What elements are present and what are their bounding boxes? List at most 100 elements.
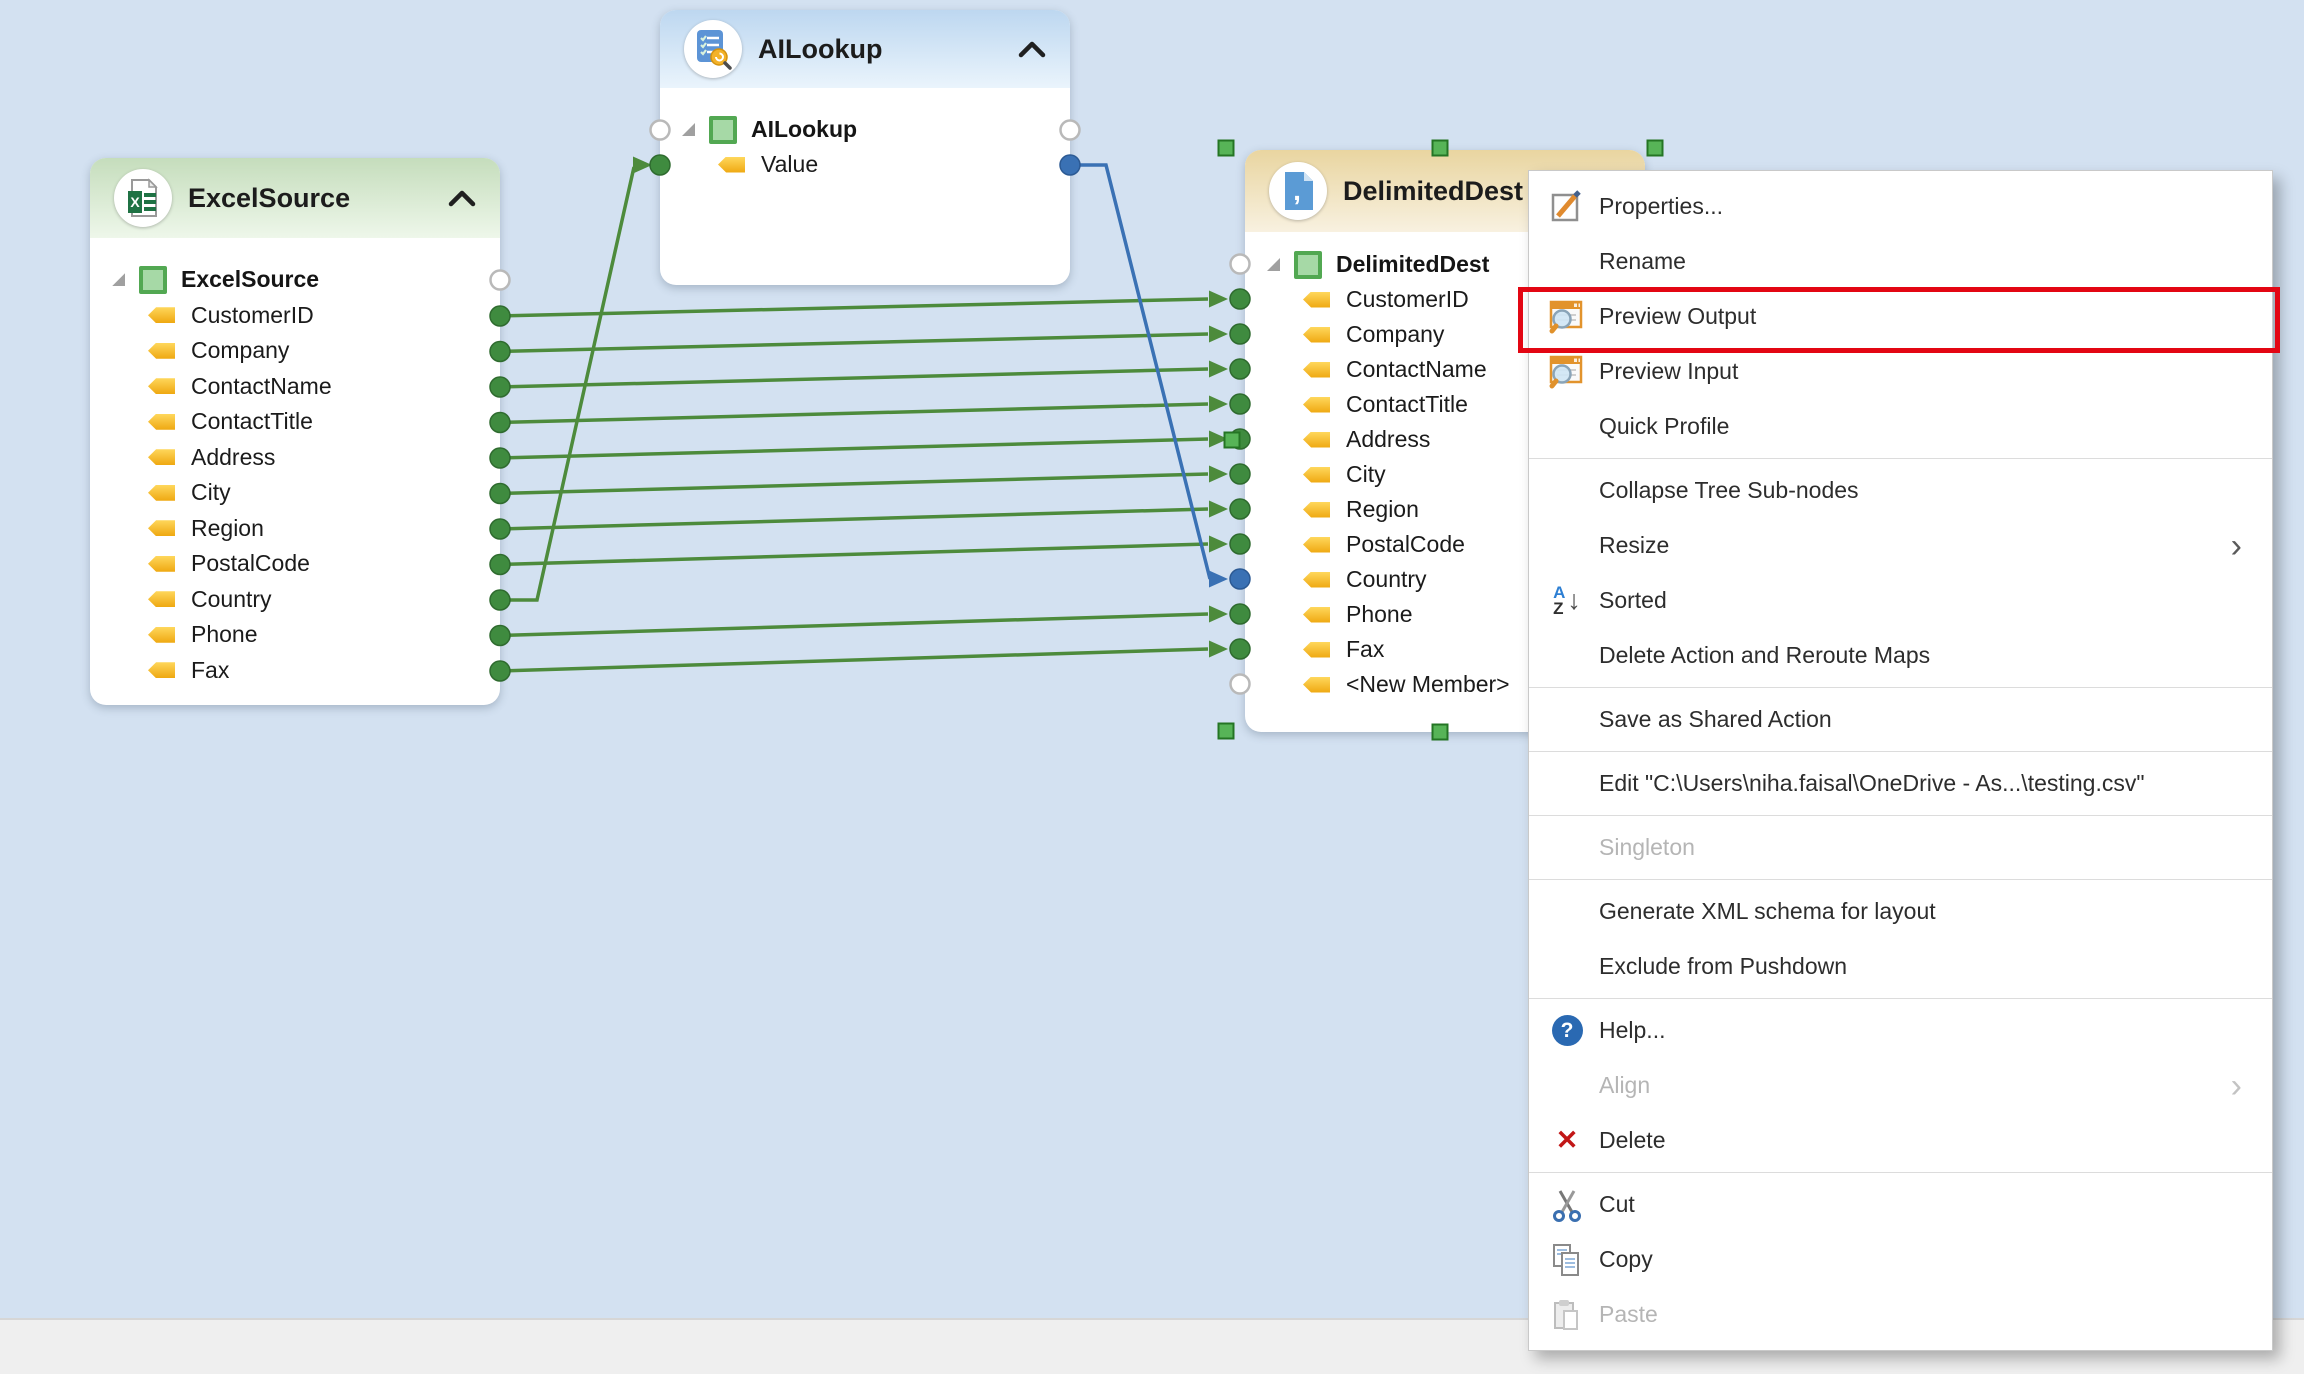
tree-root-label: DelimitedDest — [1336, 251, 1489, 278]
menu-icon-spacer — [1545, 890, 1589, 934]
menu-item-label: Preview Output — [1599, 303, 2256, 330]
selection-handle[interactable] — [1648, 141, 1663, 156]
wire-arrowhead-icon — [1209, 431, 1228, 448]
menu-icon-spacer — [1545, 698, 1589, 742]
menu-item-preview-output[interactable]: Preview Output — [1529, 289, 2272, 344]
field-row-customerid[interactable]: CustomerID — [90, 298, 500, 334]
menu-item-save-as-shared-action[interactable]: Save as Shared Action — [1529, 692, 2272, 747]
submenu-arrow-icon: › — [2231, 529, 2256, 563]
svg-text:X: X — [130, 194, 140, 210]
menu-icon-spacer — [1545, 1064, 1589, 1108]
menu-item-cut[interactable]: Cut — [1529, 1177, 2272, 1232]
menu-icon-spacer — [1545, 634, 1589, 678]
menu-item-generate-xml-schema-for-layout[interactable]: Generate XML schema for layout — [1529, 884, 2272, 939]
menu-item-collapse-tree-sub-nodes[interactable]: Collapse Tree Sub-nodes — [1529, 463, 2272, 518]
field-row-fax[interactable]: Fax — [90, 653, 500, 689]
menu-item-delete-action-and-reroute-maps[interactable]: Delete Action and Reroute Maps — [1529, 628, 2272, 683]
field-label: CustomerID — [1346, 286, 1469, 313]
field-row-phone[interactable]: Phone — [90, 617, 500, 653]
menu-item-help[interactable]: ?Help... — [1529, 1003, 2272, 1058]
menu-icon-spacer — [1545, 762, 1589, 806]
node-header-ai-lookup[interactable]: AILookup — [660, 10, 1070, 88]
properties-icon — [1545, 185, 1589, 229]
node-header-excel-source[interactable]: X ExcelSource — [90, 158, 500, 238]
wire-arrowhead-icon — [1209, 396, 1228, 413]
field-row-postalcode[interactable]: PostalCode — [90, 546, 500, 582]
menu-item-label: Help... — [1599, 1017, 2256, 1044]
menu-item-preview-input[interactable]: Preview Input — [1529, 344, 2272, 399]
field-label: CustomerID — [191, 302, 314, 329]
menu-item-paste: Paste — [1529, 1287, 2272, 1342]
wire-arrowhead-icon — [1209, 571, 1228, 588]
selection-handle[interactable] — [1219, 724, 1234, 739]
menu-item-label: Delete — [1599, 1127, 2256, 1154]
field-row-company[interactable]: Company — [90, 333, 500, 369]
field-row-region[interactable]: Region — [90, 511, 500, 547]
wire-arrowhead-icon — [1209, 536, 1228, 553]
excel-source-icon: X — [114, 169, 172, 227]
menu-item-delete[interactable]: ✕Delete — [1529, 1113, 2272, 1168]
field-tag-icon — [1303, 572, 1330, 588]
tree-root-row[interactable]: AILookup — [660, 112, 1070, 147]
tree-expand-icon[interactable] — [1267, 258, 1280, 271]
collapse-chevron-icon[interactable] — [448, 190, 476, 207]
sort-az-icon: AZ↓ — [1545, 579, 1589, 623]
wire-green-country-to-ailookup — [500, 167, 634, 600]
menu-item-properties[interactable]: Properties... — [1529, 179, 2272, 234]
menu-item-exclude-from-pushdown[interactable]: Exclude from Pushdown — [1529, 939, 2272, 994]
menu-item-label: Exclude from Pushdown — [1599, 953, 2256, 980]
field-row-value[interactable]: Value — [660, 147, 1070, 182]
node-ai-lookup[interactable]: AILookup AILookup Value — [660, 10, 1070, 285]
wire-arrowhead-icon — [1209, 501, 1228, 518]
menu-item-label: Resize — [1599, 532, 2231, 559]
node-body: AILookup Value — [660, 88, 1070, 285]
field-tag-icon — [148, 343, 175, 359]
wire-arrowhead-icon — [1209, 326, 1228, 343]
wire-green-region — [500, 509, 1208, 529]
menu-separator — [1529, 879, 2272, 880]
tree-expand-icon[interactable] — [112, 273, 125, 286]
field-row-contacttitle[interactable]: ContactTitle — [90, 404, 500, 440]
node-excel-source[interactable]: X ExcelSource ExcelSource CustomerID Comp… — [90, 158, 500, 705]
field-label: Phone — [191, 621, 258, 648]
field-tag-icon — [1303, 607, 1330, 623]
ai-lookup-icon — [684, 20, 742, 78]
delimited-file-icon: , — [1269, 162, 1327, 220]
field-label: ContactName — [1346, 356, 1487, 383]
menu-separator — [1529, 1172, 2272, 1173]
field-label: City — [1346, 461, 1386, 488]
selection-handle[interactable] — [1225, 433, 1240, 448]
menu-item-copy[interactable]: Copy — [1529, 1232, 2272, 1287]
field-label: ContactTitle — [1346, 391, 1468, 418]
tree-root-row[interactable]: ExcelSource — [90, 262, 500, 298]
menu-item-label: Edit "C:\Users\niha.faisal\OneDrive - As… — [1599, 770, 2256, 797]
field-row-city[interactable]: City — [90, 475, 500, 511]
menu-item-sorted[interactable]: AZ↓Sorted — [1529, 573, 2272, 628]
menu-item-quick-profile[interactable]: Quick Profile — [1529, 399, 2272, 454]
cut-icon — [1545, 1183, 1589, 1227]
wire-arrowhead-icon — [1209, 361, 1228, 378]
wire-green-phone — [500, 614, 1208, 636]
field-label: Fax — [191, 657, 229, 684]
wire-arrowhead-icon — [1209, 606, 1228, 623]
node-title: AILookup — [758, 34, 882, 65]
field-label: Value — [761, 151, 818, 178]
field-label: <New Member> — [1346, 671, 1510, 698]
menu-item-label: Preview Input — [1599, 358, 2256, 385]
field-row-address[interactable]: Address — [90, 440, 500, 476]
wire-green-company — [500, 334, 1208, 352]
wire-green-postalcode — [500, 544, 1208, 565]
wire-arrowhead-icon — [633, 157, 652, 174]
wire-arrowhead-icon — [1209, 466, 1228, 483]
tree-expand-icon[interactable] — [682, 123, 695, 136]
menu-item-edit-c-users-niha-faisal-onedrive-as-tes[interactable]: Edit "C:\Users\niha.faisal\OneDrive - As… — [1529, 756, 2272, 811]
field-tag-icon — [148, 485, 175, 501]
menu-separator — [1529, 458, 2272, 459]
collapse-chevron-icon[interactable] — [1018, 41, 1046, 58]
menu-item-rename[interactable]: Rename — [1529, 234, 2272, 289]
wire-green-city — [500, 474, 1208, 494]
field-row-country[interactable]: Country — [90, 582, 500, 618]
menu-item-resize[interactable]: Resize› — [1529, 518, 2272, 573]
field-row-contactname[interactable]: ContactName — [90, 369, 500, 405]
selection-handle[interactable] — [1219, 141, 1234, 156]
